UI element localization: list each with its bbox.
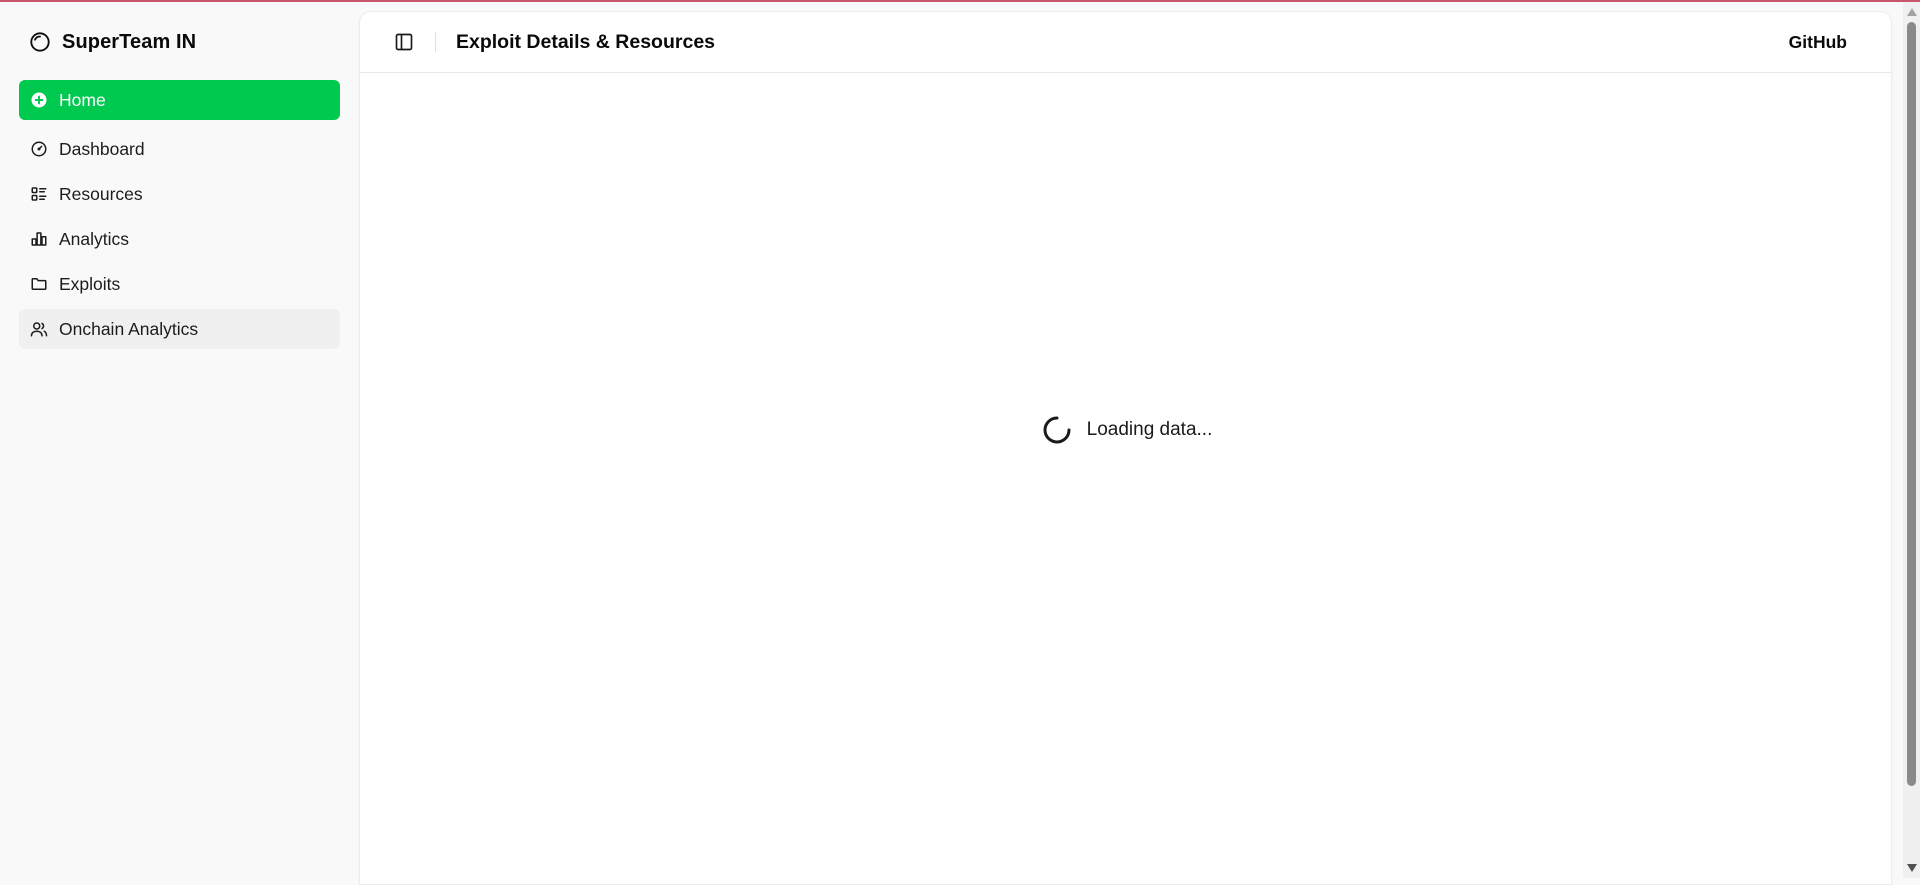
- sidebar-item-label: Onchain Analytics: [59, 318, 199, 339]
- gauge-icon: [30, 140, 48, 158]
- loading-state: Loading data...: [360, 73, 1891, 787]
- loading-spinner-icon: [1039, 412, 1075, 448]
- list-icon: [30, 185, 48, 203]
- sidebar-item-label: Resources: [59, 183, 143, 204]
- sidebar-item-home[interactable]: Home: [19, 80, 340, 120]
- sidebar-item-label: Dashboard: [59, 138, 145, 159]
- sidebar-toggle-icon: [395, 33, 413, 51]
- sidebar-item-onchain-analytics[interactable]: Onchain Analytics: [19, 309, 340, 349]
- sidebar-item-analytics[interactable]: Analytics: [19, 219, 340, 259]
- scroll-down-arrow-icon[interactable]: [1907, 864, 1917, 872]
- sidebar-item-dashboard[interactable]: Dashboard: [19, 129, 340, 169]
- scroll-thumb[interactable]: [1907, 22, 1916, 786]
- users-icon: [30, 320, 48, 338]
- page-scrollbar[interactable]: [1903, 2, 1920, 878]
- header: Exploit Details & Resources GitHub: [360, 12, 1891, 73]
- brand-logo-icon: [29, 31, 51, 53]
- scroll-up-arrow-icon[interactable]: [1907, 8, 1917, 16]
- bar-chart-icon: [30, 230, 48, 248]
- folder-icon: [30, 275, 48, 293]
- brand[interactable]: SuperTeam IN: [19, 12, 340, 72]
- loading-text: Loading data...: [1086, 419, 1213, 440]
- main-panel: Exploit Details & Resources GitHub Loadi…: [359, 11, 1892, 885]
- sidebar-item-label: Exploits: [59, 273, 121, 294]
- sidebar-nav: Home Dashboard Resources Analytics Explo…: [19, 80, 340, 349]
- page-title: Exploit Details & Resources: [456, 30, 716, 53]
- sidebar: SuperTeam IN Home Dashboard Resources An…: [0, 2, 359, 878]
- sidebar-item-label: Home: [59, 89, 106, 110]
- sidebar-toggle-button[interactable]: [391, 29, 417, 55]
- plus-circle-icon: [30, 91, 48, 109]
- app-shell: SuperTeam IN Home Dashboard Resources An…: [0, 2, 1900, 885]
- header-divider: [435, 32, 436, 52]
- sidebar-item-resources[interactable]: Resources: [19, 174, 340, 214]
- sidebar-item-label: Analytics: [59, 228, 130, 249]
- brand-name: SuperTeam IN: [62, 30, 197, 53]
- github-link[interactable]: GitHub: [1789, 32, 1847, 53]
- sidebar-item-exploits[interactable]: Exploits: [19, 264, 340, 304]
